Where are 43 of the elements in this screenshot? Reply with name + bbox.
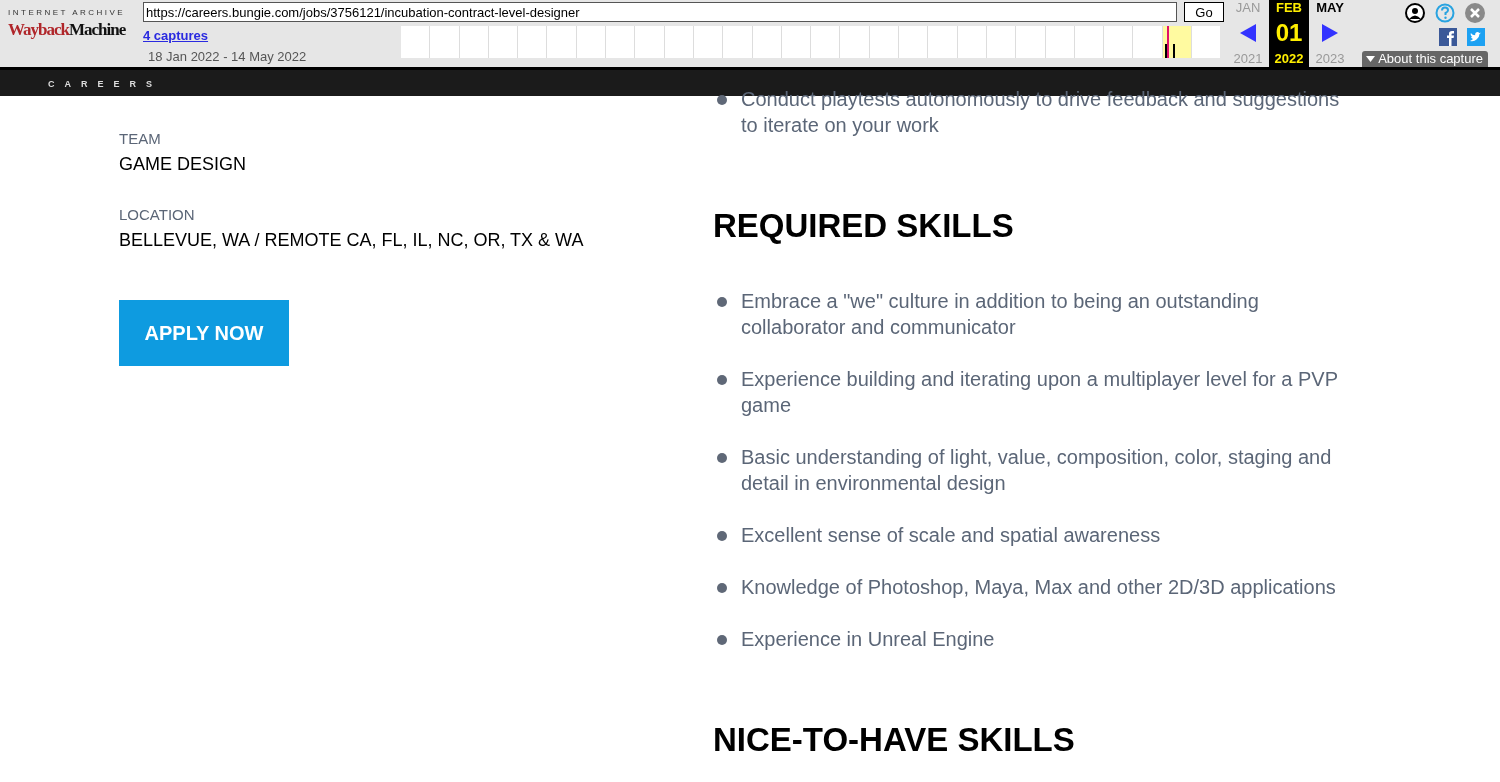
caret-icon: [1366, 56, 1376, 62]
account-icon[interactable]: [1405, 3, 1425, 23]
bullet-icon: [717, 635, 727, 645]
bullet-text: Experience in Unreal Engine: [741, 627, 996, 652]
about-capture-button[interactable]: About this capture: [1362, 51, 1488, 67]
section-heading: NICE-TO-HAVE SKILLS: [713, 720, 1075, 760]
bullet-icon: [717, 453, 727, 463]
day-label: 01: [1275, 18, 1303, 48]
year-label: 2021: [1233, 51, 1263, 66]
bullet-icon: [717, 583, 727, 593]
careers-logo-text: CAREERS: [48, 79, 162, 89]
detail-value: GAME DESIGN: [119, 153, 247, 176]
bullet-icon: [717, 297, 727, 307]
url-field[interactable]: https://careers.bungie.com/jobs/3756121/incubation-contract-level-designer: [143, 2, 1177, 22]
capture-range: 18 Jan 2022 - 14 May 2022: [147, 48, 307, 66]
bullet-text: Knowledge of Photoshop, Maya, Max and other 2D/3D applications: [741, 575, 1337, 600]
captures-link[interactable]: 4 captures: [143, 28, 209, 44]
bullet-text: Embrace a "we" culture in addition to being an outstanding collaborator and communicator: [741, 289, 1260, 340]
year-label: 2022: [1274, 51, 1304, 66]
go-button[interactable]: Go: [1184, 2, 1224, 22]
detail-value: BELLEVUE, WA / REMOTE CA, FL, IL, NC, OR, TX & WA: [119, 229, 584, 252]
facebook-icon[interactable]: [1439, 28, 1457, 46]
bullet-text: Experience building and iterating upon a multiplayer level for a PVP game: [741, 367, 1339, 418]
bullet-text: Basic understanding of light, value, composition, color, staging and detail in environmental design: [741, 445, 1333, 496]
close-icon[interactable]: [1465, 3, 1485, 23]
section-heading: REQUIRED SKILLS: [713, 206, 1014, 246]
next-arrow-icon[interactable]: [1322, 24, 1338, 42]
previous-arrow-icon[interactable]: [1240, 24, 1256, 42]
twitter-icon[interactable]: [1467, 28, 1485, 46]
bullet-text: Excellent sense of scale and spatial awareness: [741, 523, 1162, 548]
detail-label: LOCATION: [119, 205, 195, 225]
bullet-icon: [717, 375, 727, 385]
month-label: FEB: [1276, 0, 1302, 15]
bullet-icon: [717, 531, 727, 541]
detail-label: TEAM: [119, 129, 161, 149]
month-label: JAN: [1235, 0, 1261, 15]
selected-date[interactable]: FEB 01 2022: [1269, 0, 1309, 67]
bullet-icon: [717, 95, 727, 105]
date-column[interactable]: MAY 2023: [1310, 0, 1350, 67]
archive-label: INTERNET ARCHIVE: [8, 8, 127, 18]
wayback-logo: WaybackMachine: [8, 19, 126, 41]
year-label: 2023: [1315, 51, 1345, 66]
month-label: MAY: [1316, 0, 1344, 15]
